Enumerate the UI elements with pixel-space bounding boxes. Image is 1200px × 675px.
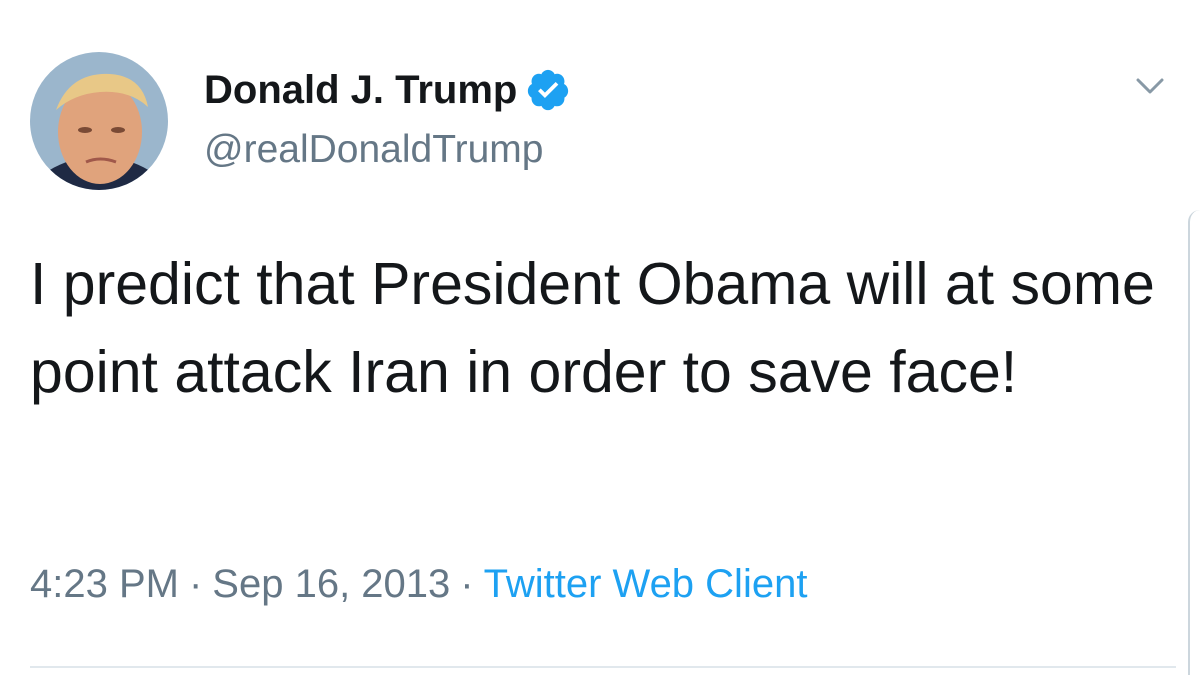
display-name-row: Donald J. Trump	[204, 64, 571, 116]
tweet-source-link[interactable]: Twitter Web Client	[484, 562, 808, 606]
tweet-meta: 4:23 PM · Sep 16, 2013 · Twitter Web Client	[30, 562, 807, 607]
tweet-card: Donald J. Trump @realDonaldTrump I predi…	[0, 0, 1200, 675]
display-name[interactable]: Donald J. Trump	[204, 68, 517, 113]
chevron-down-icon[interactable]	[1130, 66, 1170, 106]
tweet-date[interactable]: Sep 16, 2013	[212, 562, 450, 606]
tweet-text: I predict that President Obama will at s…	[30, 251, 1155, 405]
divider	[30, 666, 1176, 668]
user-handle[interactable]: @realDonaldTrump	[204, 128, 543, 172]
avatar-image	[30, 52, 168, 190]
meta-separator: ·	[460, 562, 474, 606]
verified-badge-icon	[525, 67, 571, 113]
panel-edge	[1188, 210, 1200, 675]
avatar[interactable]	[30, 52, 168, 190]
tweet-time[interactable]: 4:23 PM	[30, 562, 179, 606]
meta-separator: ·	[188, 562, 203, 606]
